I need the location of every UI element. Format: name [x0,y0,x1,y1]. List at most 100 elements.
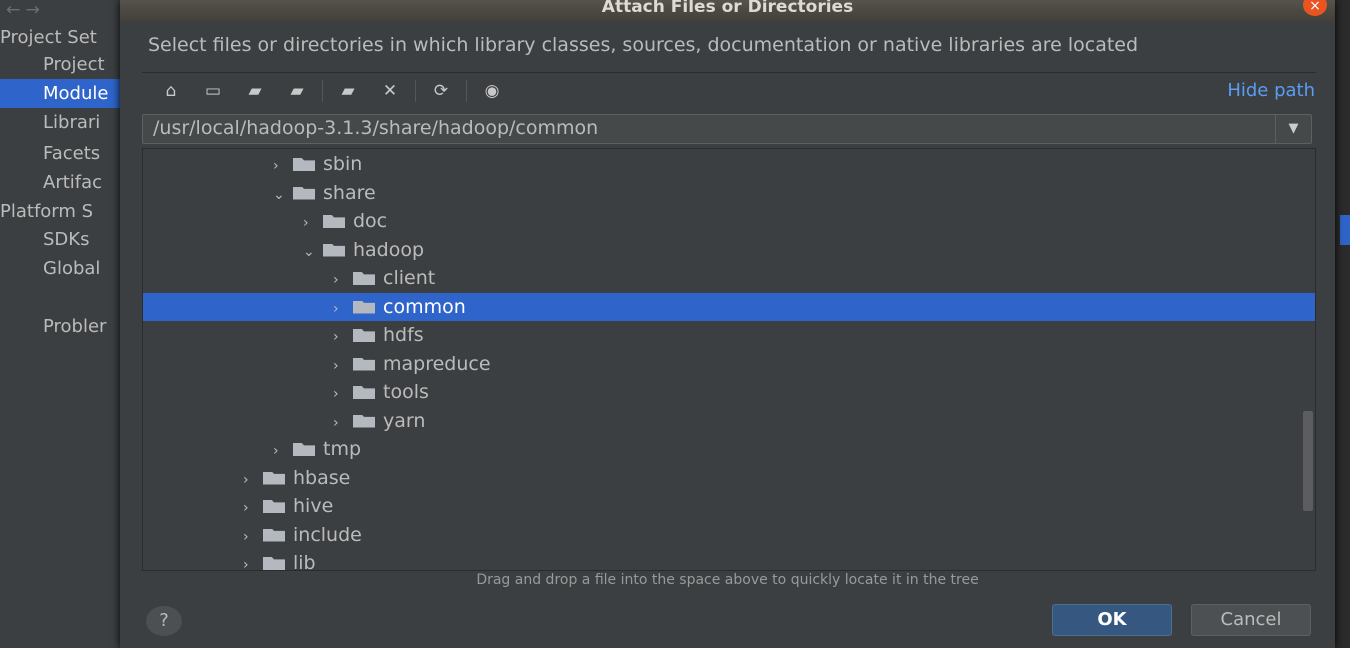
tree-item-label: common [383,295,466,318]
folder-icon [293,186,315,200]
chevron-right-icon[interactable]: › [333,323,353,351]
folder-icon [263,471,285,485]
chevron-right-icon[interactable]: › [243,494,263,522]
dialog-description: Select files or directories in which lib… [148,34,1139,56]
folder-icon [263,528,285,542]
sidebar-item[interactable]: Artifac [0,168,120,197]
tree-item[interactable]: › tools [143,378,1315,406]
show-hidden-icon[interactable]: ◉ [471,81,513,101]
new-folder-icon[interactable]: ▰ [327,81,369,101]
ok-button[interactable]: OK [1052,604,1172,636]
tree-item-label: lib [293,552,316,571]
desktop-icon[interactable]: ▭ [192,81,234,101]
sidebar-item[interactable]: Global [0,254,120,283]
home-icon[interactable]: ⌂ [150,81,192,101]
scrollbar[interactable] [1303,411,1313,511]
chevron-down-icon[interactable]: ▼ [1275,115,1311,143]
sidebar-item[interactable]: Probler [0,312,120,341]
divider [142,72,1316,73]
tree-item-label: share [323,181,376,204]
tree-item[interactable]: › sbin [143,150,1315,178]
module-folder-icon[interactable]: ▰ [276,81,318,101]
tree-item-label: hive [293,495,334,517]
refresh-icon[interactable]: ⟳ [420,81,462,101]
delete-icon[interactable]: ✕ [369,81,411,101]
tree-item-label: hdfs [383,324,424,346]
folder-icon [353,329,375,342]
chevron-right-icon[interactable]: › [243,551,263,570]
tree-item-label: tools [383,381,429,403]
sidebar-item[interactable]: Librari [0,108,120,137]
cancel-button[interactable]: Cancel [1191,604,1311,636]
tree-item[interactable]: › include [143,521,1315,549]
tree-item-label: sbin [323,153,363,175]
toolbar: ⌂ ▭ ▰ ▰ ▰ ✕ ⟳ ◉ [150,78,513,104]
background-panel [1335,0,1350,648]
tree-item-label: hbase [293,466,351,489]
project-folder-icon[interactable]: ▰ [234,81,276,101]
background-selection [1340,215,1350,245]
chevron-right-icon[interactable]: › [243,523,263,551]
tree-item-label: include [293,523,362,546]
folder-icon [293,158,315,171]
nav-arrows[interactable]: ← → [0,0,46,20]
tree-item[interactable]: › common [143,292,1315,323]
folder-icon [263,557,285,570]
chevron-right-icon[interactable]: › [333,352,353,380]
sidebar-item[interactable]: Project [0,50,120,79]
tree-item-label: mapreduce [383,352,491,375]
chevron-right-icon[interactable]: › [273,152,293,180]
folder-icon [353,386,375,399]
tree-item[interactable]: › tmp [143,435,1315,463]
sidebar-item[interactable]: Module [0,79,120,108]
tree-item[interactable]: › yarn [143,407,1315,435]
folder-icon [353,357,375,371]
sidebar-item[interactable]: SDKs [0,225,120,254]
tree-item-label: yarn [383,409,426,432]
tree-item[interactable]: ⌄ hadoop [143,236,1315,264]
chevron-right-icon[interactable]: › [333,266,353,294]
tree-item-label: hadoop [353,238,425,261]
sidebar-item[interactable]: Project Set [0,23,120,52]
path-input[interactable]: /usr/local/hadoop-3.1.3/share/hadoop/com… [142,114,1312,144]
sidebar-item[interactable]: Platform S [0,197,120,226]
chevron-right-icon[interactable]: › [243,466,263,494]
attach-files-dialog: Attach Files or Directories × Select fil… [120,0,1335,648]
toolbar-separator [322,80,323,102]
project-structure-sidebar: ← → Project Set Project Module Librari Facet… [0,0,120,648]
chevron-right-icon[interactable]: › [333,409,353,437]
tree-item[interactable]: › hdfs [143,321,1315,349]
chevron-right-icon[interactable]: › [303,209,323,237]
file-tree[interactable]: › sbin ⌄ share › doc ⌄ hadoop › client › common › hdf… [142,148,1316,571]
chevron-down-icon[interactable]: ⌄ [273,181,293,209]
tree-item[interactable]: › mapreduce [143,350,1315,378]
hide-path-link[interactable]: Hide path [1227,80,1315,101]
tree-item[interactable]: › hbase [143,464,1315,492]
tree-item[interactable]: › hive [143,492,1315,520]
tree-item[interactable]: ⌄ share [143,179,1315,207]
chevron-right-icon[interactable]: › [333,380,353,408]
help-button[interactable]: ? [146,606,182,636]
tree-item[interactable]: › lib [143,549,1315,571]
folder-icon [323,215,345,228]
toolbar-separator [466,80,467,102]
tree-item-label: doc [353,210,388,232]
path-value[interactable]: /usr/local/hadoop-3.1.3/share/hadoop/com… [153,117,598,139]
sidebar-item[interactable]: Facets [0,139,120,168]
chevron-right-icon[interactable]: › [333,295,353,323]
chevron-down-icon[interactable]: ⌄ [303,238,323,266]
folder-icon [353,300,375,314]
folder-icon [323,243,345,257]
tree-item-label: tmp [323,438,362,460]
folder-icon [353,414,375,428]
tree-item[interactable]: › doc [143,207,1315,235]
tree-item[interactable]: › client [143,264,1315,292]
chevron-right-icon[interactable]: › [273,437,293,465]
tree-item-label: client [383,267,436,289]
folder-icon [263,500,285,513]
dialog-title: Attach Files or Directories [120,0,1335,22]
drag-drop-hint: Drag and drop a file into the space abov… [476,572,979,588]
folder-icon [353,272,375,285]
toolbar-separator [415,80,416,102]
folder-icon [293,443,315,456]
